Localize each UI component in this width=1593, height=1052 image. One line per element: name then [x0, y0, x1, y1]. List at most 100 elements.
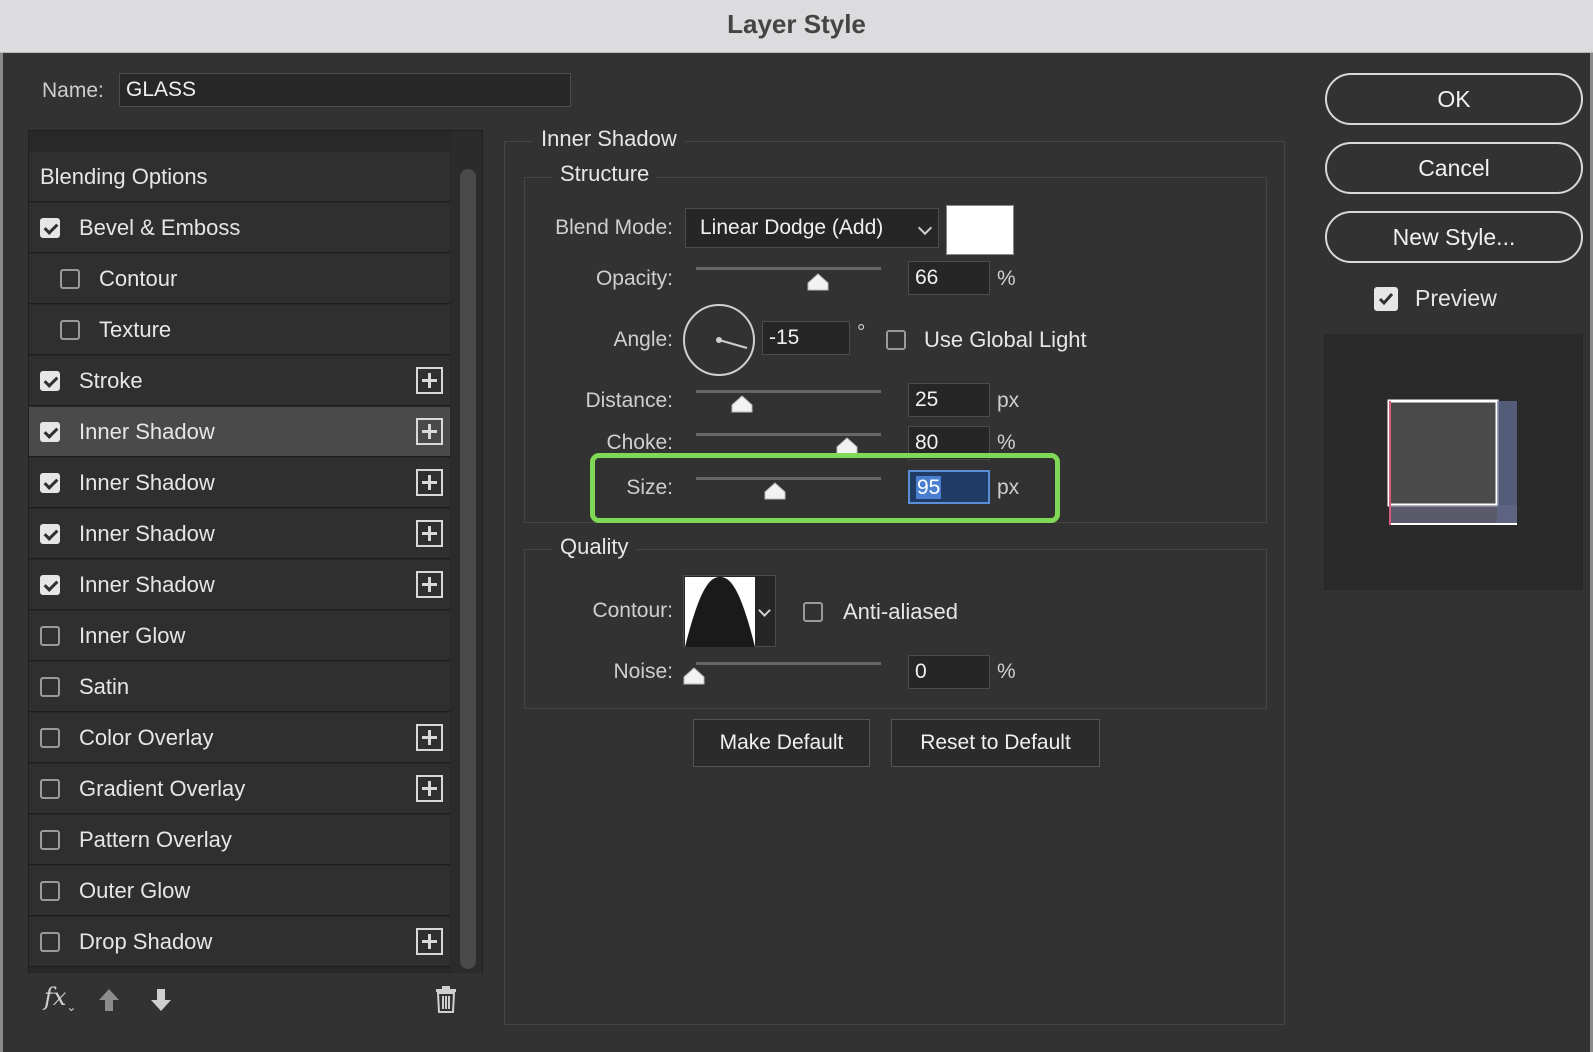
ok-button[interactable]: OK — [1325, 73, 1583, 125]
style-item-label: Color Overlay — [79, 725, 214, 750]
style-item-label: Drop Shadow — [79, 929, 213, 954]
distance-slider[interactable] — [696, 390, 881, 393]
angle-input[interactable]: -15 — [762, 321, 850, 355]
blend-mode-label: Blend Mode: — [555, 216, 673, 239]
angle-unit: ° — [857, 321, 866, 344]
style-item-label: Gradient Overlay — [79, 776, 246, 801]
add-effect-icon[interactable] — [416, 724, 443, 751]
anti-aliased-label: Anti-aliased — [843, 599, 958, 624]
style-item-inner-shadow[interactable]: Inner Shadow — [29, 458, 450, 508]
style-item-color-overlay[interactable]: Color Overlay — [29, 713, 450, 763]
reset-to-default-button[interactable]: Reset to Default — [891, 719, 1100, 767]
angle-dial[interactable] — [683, 304, 755, 376]
style-item-label: Texture — [99, 317, 172, 342]
style-item-inner-shadow[interactable]: Inner Shadow — [29, 560, 450, 610]
noise-slider-thumb[interactable] — [683, 667, 705, 685]
style-checkbox[interactable] — [40, 677, 60, 697]
style-checkbox[interactable] — [40, 575, 60, 595]
noise-slider[interactable] — [696, 662, 881, 665]
move-down-icon[interactable] — [148, 986, 174, 1014]
move-up-icon[interactable] — [96, 986, 122, 1014]
style-checkbox[interactable] — [40, 422, 60, 442]
contour-curve-icon — [685, 577, 755, 647]
size-label: Size: — [626, 476, 673, 499]
style-item-label: Inner Shadow — [79, 572, 215, 597]
size-input[interactable]: 95 — [908, 470, 990, 504]
panel-title: Inner Shadow — [533, 126, 685, 152]
style-item-contour[interactable]: Contour — [29, 254, 450, 304]
style-item-bevel-emboss[interactable]: Bevel & Emboss — [29, 203, 450, 253]
style-item-texture[interactable]: Texture — [29, 305, 450, 355]
style-checkbox[interactable] — [40, 830, 60, 850]
structure-title: Structure — [552, 161, 658, 187]
blend-mode-value: Linear Dodge (Add) — [700, 216, 884, 239]
style-item-label: Inner Shadow — [79, 521, 215, 546]
size-unit: px — [997, 476, 1020, 499]
style-checkbox[interactable] — [40, 524, 60, 544]
style-checkbox[interactable] — [40, 626, 60, 646]
use-global-light-checkbox[interactable] — [886, 330, 906, 350]
add-effect-icon[interactable] — [416, 520, 443, 547]
new-style-button[interactable]: New Style... — [1325, 211, 1583, 263]
style-checkbox[interactable] — [40, 728, 60, 748]
make-default-button[interactable]: Make Default — [693, 719, 870, 767]
fx-icon[interactable]: fx⌄ — [44, 983, 76, 1014]
scroll-thumb[interactable] — [460, 169, 476, 969]
opacity-input[interactable]: 66 — [908, 261, 990, 295]
fx-label: fx — [44, 983, 67, 1011]
style-checkbox[interactable] — [40, 932, 60, 952]
style-item-stroke[interactable]: Stroke — [29, 356, 450, 406]
style-item-label: Contour — [99, 266, 178, 291]
contour-label: Contour: — [592, 599, 673, 622]
blend-mode-select[interactable]: Linear Dodge (Add) — [685, 208, 939, 248]
trash-icon[interactable] — [435, 985, 457, 1013]
style-item-inner-shadow[interactable]: Inner Shadow — [29, 509, 450, 559]
preview-checkbox[interactable] — [1374, 287, 1398, 311]
style-checkbox[interactable] — [60, 269, 80, 289]
distance-slider-thumb[interactable] — [731, 395, 753, 413]
window-title: Layer Style — [727, 9, 866, 39]
name-input[interactable]: GLASS — [119, 73, 571, 107]
add-effect-icon[interactable] — [416, 367, 443, 394]
opacity-slider[interactable] — [696, 267, 881, 270]
add-effect-icon[interactable] — [416, 469, 443, 496]
style-item-label: Inner Glow — [79, 623, 186, 648]
style-item-drop-shadow[interactable]: Drop Shadow — [29, 917, 450, 967]
styles-list-scrollbar[interactable] — [451, 131, 482, 1022]
style-item-pattern-overlay[interactable]: Pattern Overlay — [29, 815, 450, 865]
style-checkbox[interactable] — [40, 371, 60, 391]
noise-input[interactable]: 0 — [908, 655, 990, 689]
style-item-inner-glow[interactable]: Inner Glow — [29, 611, 450, 661]
style-checkbox[interactable] — [40, 218, 60, 238]
cancel-button[interactable]: Cancel — [1325, 142, 1583, 194]
shadow-color-swatch[interactable] — [946, 205, 1014, 255]
angle-label: Angle: — [613, 328, 673, 351]
opacity-slider-thumb[interactable] — [807, 273, 829, 291]
noise-unit: % — [997, 660, 1016, 683]
chevron-down-icon — [917, 220, 933, 236]
choke-slider[interactable] — [696, 433, 881, 436]
opacity-label: Opacity: — [595, 267, 673, 290]
style-checkbox[interactable] — [60, 320, 80, 340]
add-effect-icon[interactable] — [416, 928, 443, 955]
add-effect-icon[interactable] — [416, 571, 443, 598]
style-checkbox[interactable] — [40, 779, 60, 799]
size-slider[interactable] — [696, 477, 881, 480]
style-checkbox[interactable] — [40, 881, 60, 901]
style-item-inner-shadow[interactable]: Inner Shadow — [29, 407, 450, 457]
choke-unit: % — [997, 431, 1016, 454]
style-item-label: Inner Shadow — [79, 470, 215, 495]
distance-label: Distance: — [585, 389, 673, 412]
style-item-satin[interactable]: Satin — [29, 662, 450, 712]
noise-label: Noise: — [613, 660, 673, 683]
add-effect-icon[interactable] — [416, 418, 443, 445]
distance-input[interactable]: 25 — [908, 383, 990, 417]
style-item-gradient-overlay[interactable]: Gradient Overlay — [29, 764, 450, 814]
style-item-blending-options[interactable]: Blending Options — [29, 152, 450, 202]
anti-aliased-checkbox[interactable] — [803, 602, 823, 622]
add-effect-icon[interactable] — [416, 775, 443, 802]
style-checkbox[interactable] — [40, 473, 60, 493]
style-item-outer-glow[interactable]: Outer Glow — [29, 866, 450, 916]
quality-group — [524, 549, 1267, 709]
size-slider-thumb[interactable] — [764, 482, 786, 500]
